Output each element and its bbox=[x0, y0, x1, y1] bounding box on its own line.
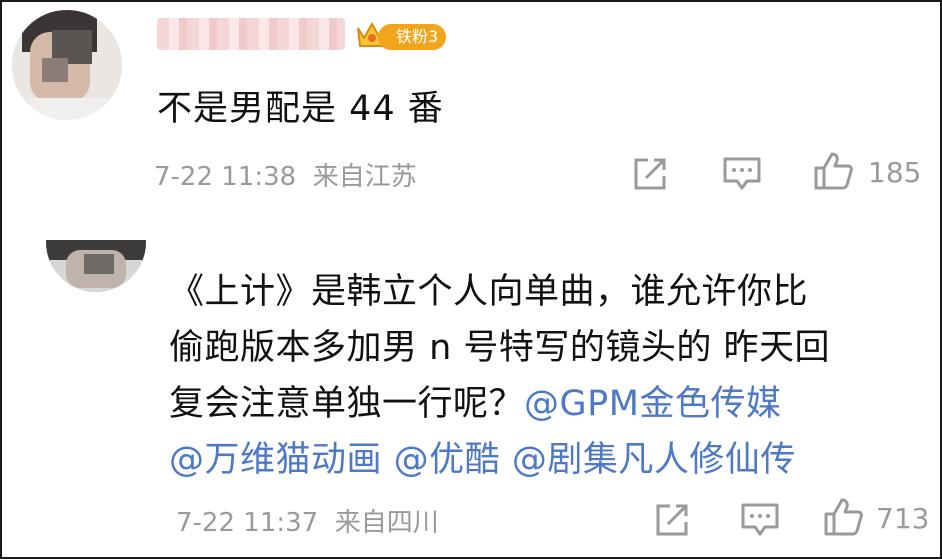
comment-line: @万维猫动画 @优酷 @剧集凡人修仙传 bbox=[169, 432, 929, 488]
commenter-avatar[interactable] bbox=[12, 10, 122, 120]
comment-location: 来自江苏 bbox=[312, 162, 417, 192]
comment-text: 《上计》是韩立个人向单曲，谁允许你比 偷跑版本多加男 n 号特写的镜头的 昨天回… bbox=[169, 264, 929, 488]
comment-button[interactable] bbox=[740, 502, 780, 538]
comment-button[interactable] bbox=[722, 156, 762, 192]
username-blurred[interactable] bbox=[157, 18, 345, 50]
mention-link[interactable]: @万维猫动画 bbox=[169, 440, 382, 480]
comment-meta: 7-22 11:37 来自四川 bbox=[176, 502, 439, 539]
commenter-avatar[interactable] bbox=[46, 240, 146, 292]
mention-link[interactable]: @优酷 bbox=[394, 440, 501, 480]
like-icon bbox=[814, 152, 853, 190]
comment-line: 偷跑版本多加男 n 号特写的镜头的 昨天回 bbox=[169, 328, 831, 368]
comment-icon bbox=[741, 503, 779, 536]
comment-icon bbox=[723, 157, 761, 190]
comment-line-text: 复会注意单独一行呢？ bbox=[169, 384, 525, 424]
comment-text: 不是男配是 44 番 bbox=[157, 89, 444, 129]
share-button[interactable] bbox=[654, 502, 690, 538]
user-avatar-icon bbox=[46, 240, 146, 292]
comment-line: 复会注意单独一行呢？@GPM金色传媒 bbox=[169, 376, 929, 432]
comment-line: 《上计》是韩立个人向单曲，谁允许你比 bbox=[169, 272, 809, 312]
user-avatar-icon bbox=[12, 10, 122, 120]
like-button[interactable] bbox=[822, 496, 864, 538]
share-icon bbox=[634, 158, 666, 190]
comment-location: 来自四川 bbox=[334, 508, 439, 538]
like-count: 713 bbox=[876, 502, 930, 535]
comment-time: 7-22 11:38 bbox=[154, 162, 297, 192]
screenshot-frame: 铁粉3 不是男配是 44 番 7-22 11:38 来自江苏 185 《上计》是… bbox=[0, 0, 942, 559]
comment-meta: 7-22 11:38 来自江苏 bbox=[154, 156, 417, 193]
mention-link[interactable]: @剧集凡人修仙传 bbox=[512, 440, 796, 480]
fan-badge: 铁粉3 bbox=[378, 24, 447, 50]
like-count: 185 bbox=[868, 156, 922, 189]
mention-link[interactable]: @GPM金色传媒 bbox=[524, 384, 781, 424]
like-icon bbox=[824, 498, 863, 536]
comment-time: 7-22 11:37 bbox=[176, 508, 319, 538]
share-button[interactable] bbox=[632, 156, 668, 192]
like-button[interactable] bbox=[812, 150, 854, 192]
share-icon bbox=[656, 504, 688, 536]
